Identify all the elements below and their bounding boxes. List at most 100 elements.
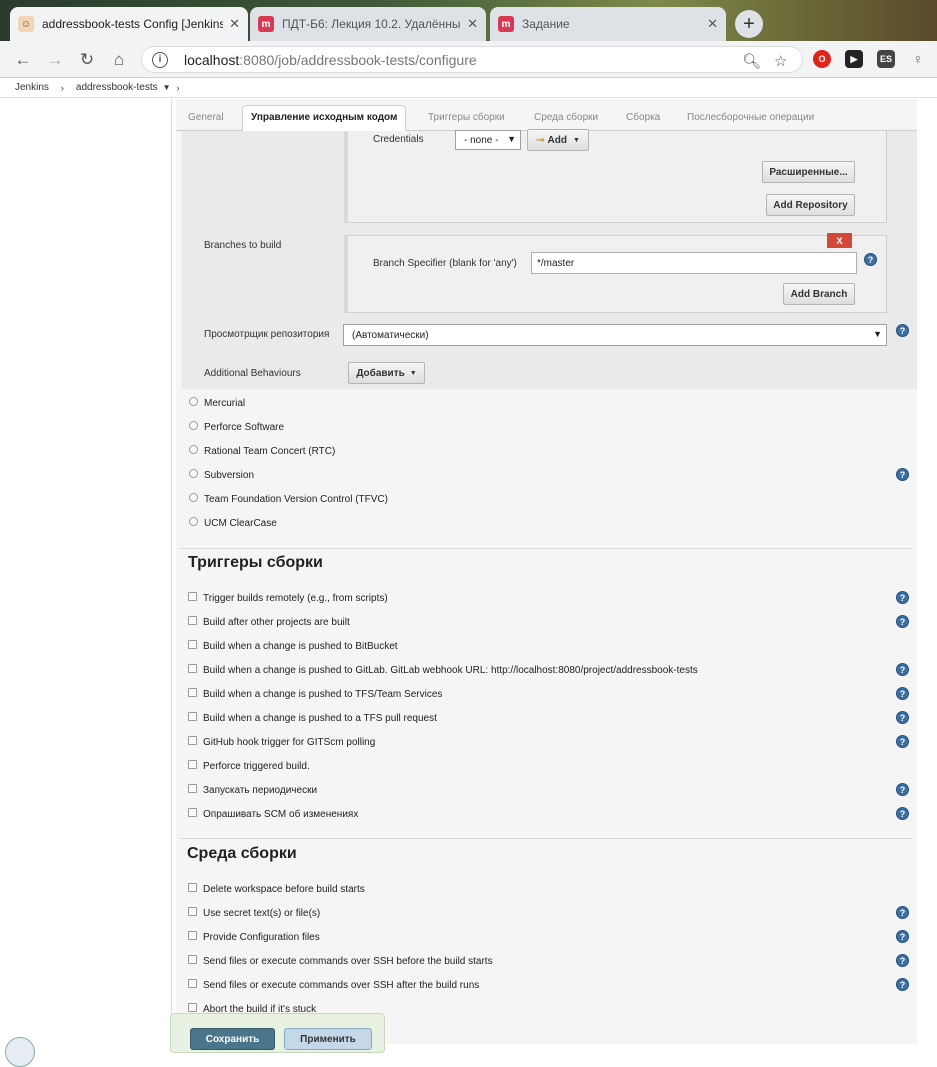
bulb-icon[interactable]: ♀ <box>909 50 927 68</box>
add-repository-button[interactable]: Add Repository <box>766 194 855 216</box>
help-icon[interactable]: ? <box>896 735 909 748</box>
apply-button[interactable]: Применить <box>284 1028 372 1050</box>
env-checkbox[interactable] <box>188 955 197 964</box>
forward-icon[interactable]: → <box>44 49 66 71</box>
delete-branch-button[interactable]: X <box>827 233 852 248</box>
scm-radio-perforce[interactable] <box>189 421 198 430</box>
repo-browser-select[interactable]: (Автоматически) ▼ <box>343 324 887 346</box>
tab-triggers[interactable]: Триггеры сборки <box>428 112 505 123</box>
key-icon: ⊸ <box>536 134 545 146</box>
add-label: Add <box>547 134 567 146</box>
trigger-checkbox[interactable] <box>188 784 197 793</box>
chevron-down-icon[interactable]: ▼ <box>163 83 171 92</box>
trigger-checkbox[interactable] <box>188 592 197 601</box>
help-icon[interactable]: ? <box>896 663 909 676</box>
add-branch-button[interactable]: Add Branch <box>783 283 855 305</box>
scm-radio-subversion[interactable] <box>189 469 198 478</box>
es-extension-icon[interactable]: ES <box>877 50 895 68</box>
help-icon[interactable]: ? <box>896 906 909 919</box>
browser-tab-lecture[interactable]: m ПДТ-Б6: Лекция 10.2. Удалённый ✕ <box>250 7 486 41</box>
scm-label: Rational Team Concert (RTC) <box>204 446 336 457</box>
trigger-checkbox[interactable] <box>188 808 197 817</box>
trigger-checkbox[interactable] <box>188 688 197 697</box>
env-checkbox[interactable] <box>188 907 197 916</box>
scm-radio-clearcase[interactable] <box>189 517 198 526</box>
credentials-label: Credentials <box>373 134 424 145</box>
trigger-checkbox[interactable] <box>188 760 197 769</box>
close-tab-icon[interactable]: ✕ <box>229 16 240 32</box>
breadcrumb-job[interactable]: addressbook-tests <box>76 82 158 93</box>
close-tab-icon[interactable]: ✕ <box>707 16 718 32</box>
env-label: Provide Configuration files <box>203 932 320 943</box>
env-checkbox[interactable] <box>188 883 197 892</box>
trigger-label: Build when a change is pushed to a TFS p… <box>203 713 437 724</box>
trigger-checkbox[interactable] <box>188 640 197 649</box>
home-icon[interactable]: ⌂ <box>108 49 130 71</box>
trigger-label: Build when a change is pushed to BitBuck… <box>203 641 398 652</box>
back-icon[interactable]: ← <box>12 49 34 71</box>
browser-tab-bar: ☺ addressbook-tests Config [Jenkins] ✕ m… <box>0 0 937 41</box>
help-icon[interactable]: ? <box>896 687 909 700</box>
trigger-label: Trigger builds remotely (e.g., from scri… <box>203 593 388 604</box>
tab-post-build[interactable]: Послесборочные операции <box>687 112 814 123</box>
zoom-icon[interactable]: 🔍︎ <box>742 52 761 70</box>
additional-behaviours-label: Additional Behaviours <box>204 368 301 379</box>
tab-general[interactable]: General <box>188 112 224 123</box>
triggers-heading: Триггеры сборки <box>188 554 323 571</box>
trigger-checkbox[interactable] <box>188 712 197 721</box>
trigger-checkbox[interactable] <box>188 616 197 625</box>
scm-label: Mercurial <box>204 398 246 409</box>
help-icon[interactable]: ? <box>896 783 909 796</box>
help-icon[interactable]: ? <box>896 807 909 820</box>
tab-environment[interactable]: Среда сборки <box>534 112 598 123</box>
browser-tab-jenkins[interactable]: ☺ addressbook-tests Config [Jenkins] ✕ <box>10 7 248 41</box>
new-tab-button[interactable]: + <box>735 10 763 38</box>
trigger-checkbox[interactable] <box>188 664 197 673</box>
help-icon[interactable]: ? <box>896 954 909 967</box>
advanced-button[interactable]: Расширенные... <box>762 161 855 183</box>
help-icon[interactable]: ? <box>896 591 909 604</box>
help-icon[interactable]: ? <box>896 615 909 628</box>
scm-label: UCM ClearCase <box>204 518 277 529</box>
branch-specifier-label: Branch Specifier (blank for 'any') <box>373 258 517 269</box>
help-icon[interactable]: ? <box>896 930 909 943</box>
opera-icon[interactable]: O <box>813 50 831 68</box>
tab-scm[interactable]: Управление исходным кодом <box>242 105 407 131</box>
save-button[interactable]: Сохранить <box>190 1028 275 1050</box>
credentials-select[interactable]: - none - ▼ <box>455 130 521 150</box>
scm-radio-rtc[interactable] <box>189 445 198 454</box>
help-icon[interactable]: ? <box>896 324 909 337</box>
scm-radio-tfvc[interactable] <box>189 493 198 502</box>
tab-build[interactable]: Сборка <box>626 112 660 123</box>
chevron-down-icon: ▼ <box>409 369 417 377</box>
browser-toolbar: ← → ↻ ⌂ i localhost:8080/job/addressbook… <box>0 41 937 78</box>
branch-specifier-input[interactable]: */master <box>531 252 857 274</box>
help-icon[interactable]: ? <box>864 253 877 266</box>
scm-label: Team Foundation Version Control (TFVC) <box>204 494 388 505</box>
env-checkbox[interactable] <box>188 979 197 988</box>
info-icon[interactable]: i <box>152 51 168 68</box>
close-tab-icon[interactable]: ✕ <box>467 16 478 32</box>
address-bar[interactable]: i localhost:8080/job/addressbook-tests/c… <box>141 46 803 73</box>
tab-title: addressbook-tests Config [Jenkins] <box>42 17 224 31</box>
jenkins-icon: ☺ <box>18 16 34 32</box>
help-icon[interactable]: ? <box>896 468 909 481</box>
env-checkbox[interactable] <box>188 1003 197 1012</box>
youtube-icon[interactable]: ▶ <box>845 50 863 68</box>
reload-icon[interactable]: ↻ <box>76 49 98 71</box>
breadcrumb-jenkins[interactable]: Jenkins <box>15 82 49 93</box>
add-behaviour-button[interactable]: Добавить ▼ <box>348 362 425 384</box>
repository-box-bar <box>344 131 348 223</box>
star-icon[interactable]: ☆ <box>774 52 787 70</box>
scm-radio-mercurial[interactable] <box>189 397 198 406</box>
help-icon[interactable]: ? <box>896 711 909 724</box>
help-icon[interactable]: ? <box>896 978 909 991</box>
env-checkbox[interactable] <box>188 931 197 940</box>
repo-browser-label: Просмотрщик репозитория <box>204 329 330 340</box>
add-credentials-button[interactable]: ⊸ Add ▼ <box>527 129 589 151</box>
branch-specifier-value: */master <box>537 257 575 269</box>
trigger-checkbox[interactable] <box>188 736 197 745</box>
scroll-to-top-icon[interactable] <box>5 1037 35 1067</box>
browser-tab-task[interactable]: m Задание ✕ <box>490 7 726 41</box>
save-label: Сохранить <box>205 1033 260 1045</box>
